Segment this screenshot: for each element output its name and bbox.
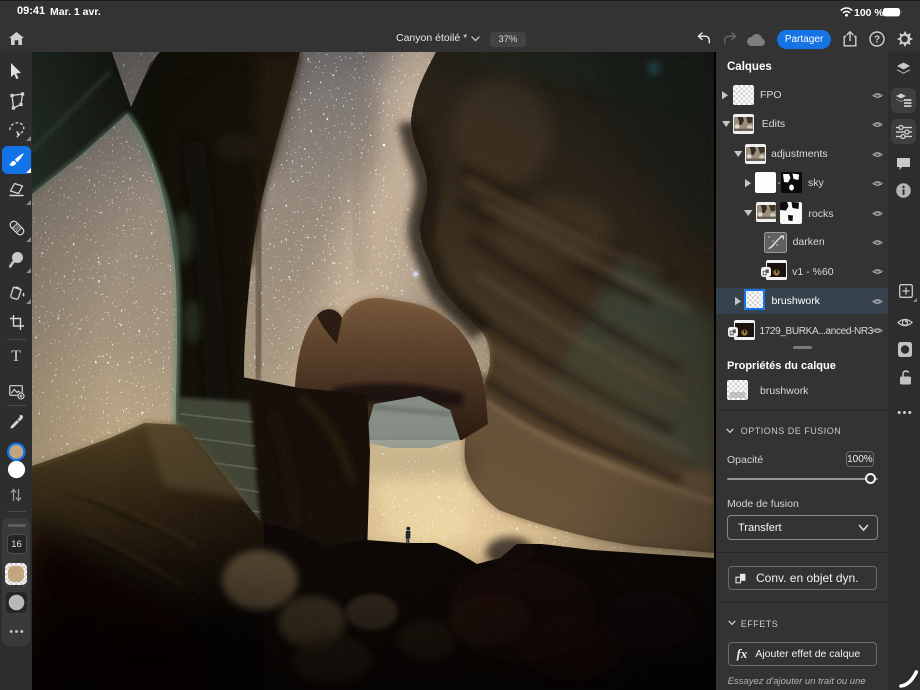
svg-text:?: ? [874,35,880,46]
